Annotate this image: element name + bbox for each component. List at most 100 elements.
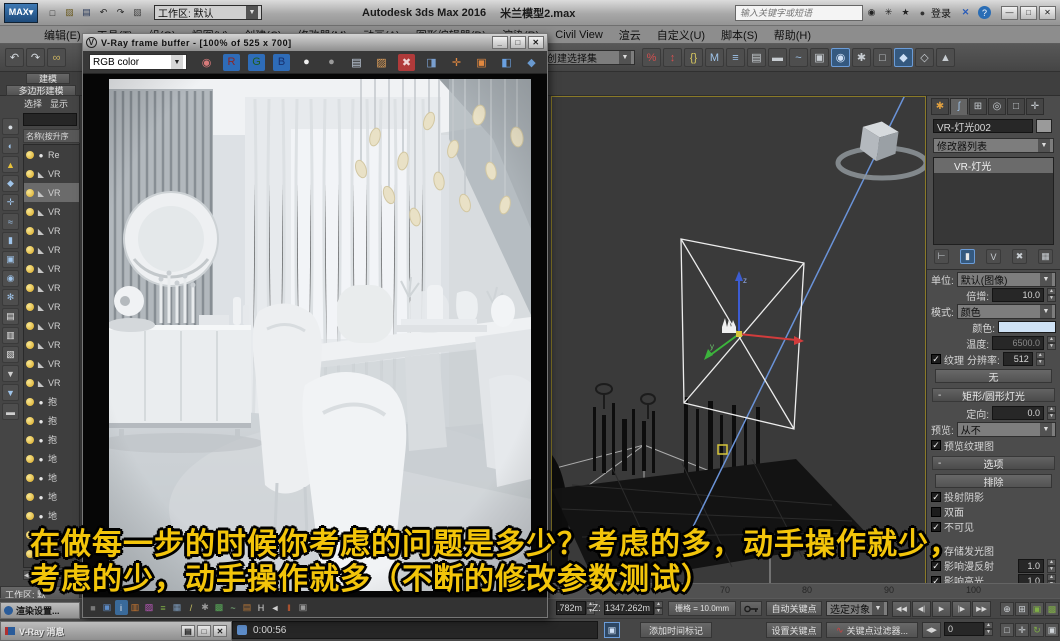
remove-modifier-icon[interactable]: ✖	[1012, 249, 1027, 264]
light-color-swatch[interactable]	[998, 321, 1056, 333]
workspace-dropdown[interactable]: 工作区: 默认 ▼	[154, 5, 262, 20]
z-coordinate-field[interactable]: 1347.262m	[604, 601, 654, 615]
visibility-bulb-icon[interactable]	[26, 207, 34, 216]
vfb-lut-icon[interactable]: ▤	[241, 600, 254, 615]
next-frame-button[interactable]: |▶	[952, 601, 971, 617]
multiplier-spinner[interactable]: ▲ ▼	[1047, 288, 1056, 302]
play-button[interactable]: ▶	[932, 601, 951, 617]
render-last-icon[interactable]: ◆	[523, 54, 540, 71]
visibility-bulb-icon[interactable]	[26, 226, 34, 235]
vfb-background-icon[interactable]: ▦	[171, 600, 184, 615]
visibility-bulb-icon[interactable]	[26, 302, 34, 311]
option-checkbox[interactable]	[931, 506, 941, 517]
hierarchy-view-icon[interactable]: ▥	[2, 327, 19, 344]
texture-checkbox[interactable]	[931, 354, 941, 364]
save-image-icon[interactable]: ▤	[348, 54, 365, 71]
scene-object-row[interactable]: VR	[24, 335, 79, 354]
scene-object-row[interactable]: 抱	[24, 392, 79, 411]
temperature-spinner[interactable]: ▲ ▼	[1047, 336, 1056, 350]
multiplier-field[interactable]: 10.0	[992, 288, 1044, 302]
menu-item[interactable]: 自定义(U)	[649, 27, 713, 43]
scene-object-row[interactable]: VR	[24, 240, 79, 259]
rect-light-rollout-header[interactable]: - 矩形/圆形灯光	[932, 388, 1055, 403]
display-bones-icon[interactable]: ▮	[2, 232, 19, 249]
render-setup-icon[interactable]: ✱	[852, 48, 871, 67]
display-lights-icon[interactable]: ▲	[2, 156, 19, 173]
curve-editor-icon[interactable]: ~	[789, 48, 808, 67]
vfb-channel-dropdown[interactable]: RGB color ▼	[89, 54, 187, 70]
restore-button[interactable]: □	[1020, 5, 1037, 20]
measure-icon[interactable]: ▬	[2, 403, 19, 420]
schematic-view-icon[interactable]: ▣	[810, 48, 829, 67]
scene-explorer-menu-item[interactable]: 显示	[50, 97, 68, 110]
clear-image-icon[interactable]: ✖	[398, 53, 415, 71]
visibility-bulb-icon[interactable]	[26, 397, 34, 406]
max-logo[interactable]: MAX▾	[4, 2, 38, 23]
save-file-icon[interactable]: ▤	[79, 5, 94, 20]
scene-object-row[interactable]: VR	[24, 221, 79, 240]
visibility-bulb-icon[interactable]	[26, 264, 34, 273]
communication-center-icon[interactable]: ✳	[881, 5, 896, 20]
zoom-all-icon[interactable]: ⊞	[1015, 602, 1029, 616]
visibility-bulb-icon[interactable]	[26, 435, 34, 444]
make-unique-icon[interactable]: V	[986, 249, 1001, 264]
scene-object-row[interactable]: 地	[24, 487, 79, 506]
open-file-icon[interactable]: ▨	[62, 5, 77, 20]
maximize-viewport-toggle-icon[interactable]: ▣	[1045, 623, 1059, 637]
selection-filter-dropdown[interactable]: 选定对象 ▼	[826, 601, 888, 616]
mode-dropdown[interactable]: 颜色 ▼	[956, 303, 1056, 319]
duplicate-buffer-icon[interactable]: ◨	[423, 54, 440, 71]
rendered-frame-icon[interactable]: □	[873, 48, 892, 67]
scene-object-row[interactable]: VR	[24, 316, 79, 335]
visibility-bulb-icon[interactable]	[26, 416, 34, 425]
scene-object-list[interactable]: Re VR VR VR VR VR	[23, 144, 80, 568]
display-tab-icon[interactable]: □	[1007, 98, 1025, 115]
scene-list-header[interactable]: 名称(按升序	[23, 129, 80, 143]
visibility-bulb-icon[interactable]	[26, 283, 34, 292]
display-cameras-icon[interactable]: ◆	[2, 175, 19, 192]
ribbon-toggle-icon[interactable]: ▬	[768, 48, 787, 67]
temperature-field[interactable]: 6500.0	[992, 336, 1044, 350]
project-folder-icon[interactable]: ▧	[130, 5, 145, 20]
scene-object-row[interactable]: 地	[24, 468, 79, 487]
vfb-colorspace-icon[interactable]: ▨	[143, 600, 156, 615]
visibility-bulb-icon[interactable]	[26, 511, 34, 520]
visibility-bulb-icon[interactable]	[26, 245, 34, 254]
frame-spinner[interactable]: ▲ ▼	[984, 622, 993, 636]
vfb-curve-icon[interactable]: ~	[227, 600, 240, 615]
z-spinner[interactable]: ▲ ▼	[654, 601, 663, 615]
search-icon[interactable]: ◉	[864, 5, 879, 20]
vfb-compare-icon[interactable]: ◄	[269, 600, 282, 615]
scene-object-row[interactable]: VR	[24, 373, 79, 392]
modifier-stack-item[interactable]: VR-灯光	[934, 158, 1053, 173]
search-input[interactable]	[735, 4, 863, 21]
alpha-view-icon[interactable]: ●	[298, 54, 315, 71]
vray-messages-window-title[interactable]: V-Ray 消息 ▤ □ ✕	[0, 621, 232, 641]
display-shapes-icon[interactable]: ◐	[2, 137, 19, 154]
option-checkbox[interactable]	[931, 560, 941, 571]
vfb-image-area[interactable]	[83, 74, 547, 597]
minimize-button[interactable]: ▤	[181, 625, 195, 637]
vfb-levels-icon[interactable]: ≡	[157, 600, 170, 615]
exclude-button[interactable]: 排除	[935, 474, 1052, 489]
help-icon[interactable]: ?	[978, 6, 991, 19]
utilities-tab-icon[interactable]: ✛	[1026, 98, 1044, 115]
viewport[interactable]: z y	[551, 96, 926, 596]
scene-object-row[interactable]: 地	[24, 449, 79, 468]
modify-tab-icon[interactable]: ʃ	[950, 98, 968, 115]
unit-dropdown[interactable]: 默认(图像) ▼	[956, 271, 1056, 287]
ribbon-panel-poly-modeling[interactable]: 多边形建模	[6, 85, 76, 96]
monochrome-view-icon[interactable]: ●	[323, 54, 340, 71]
scene-object-row[interactable]: VR	[24, 183, 79, 202]
zoom-icon[interactable]: ⊕	[1000, 602, 1014, 616]
render-iterative-icon[interactable]: ◇	[915, 48, 934, 67]
compare-ab-icon[interactable]: ◧	[498, 54, 515, 71]
options-rollout-header[interactable]: - 选项	[932, 456, 1055, 471]
blue-channel-button[interactable]: B	[273, 53, 290, 71]
redo-icon[interactable]: ↷	[26, 48, 45, 67]
material-editor-icon[interactable]: ◉	[831, 48, 850, 67]
visibility-bulb-icon[interactable]	[26, 150, 34, 159]
display-frozen-icon[interactable]: ✻	[2, 289, 19, 306]
visibility-bulb-icon[interactable]	[26, 321, 34, 330]
preview-texture-checkbox[interactable]	[931, 440, 941, 450]
